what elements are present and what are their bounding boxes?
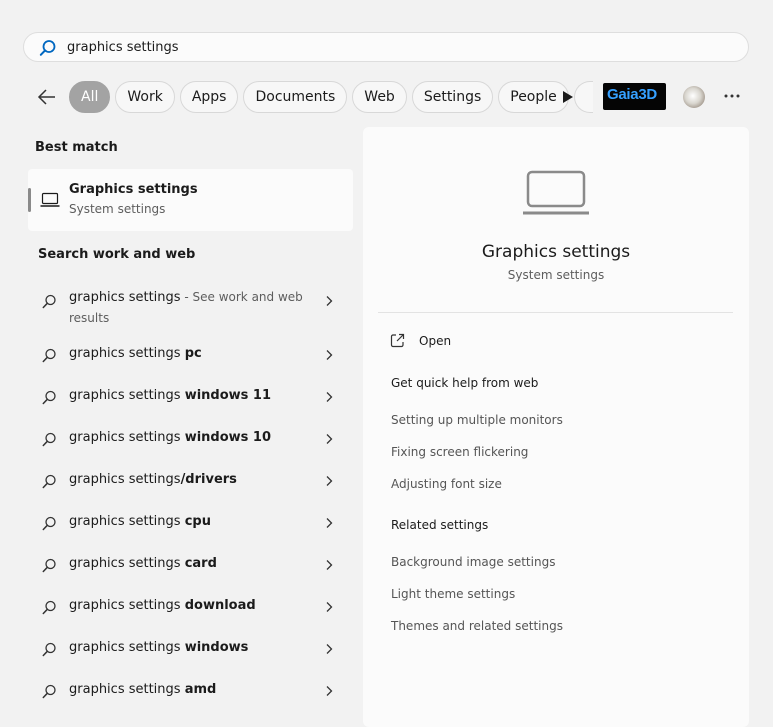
best-match-heading: Best match	[35, 140, 118, 155]
search-icon	[42, 558, 56, 573]
chevron-right-icon	[326, 476, 333, 486]
chevron-right-icon	[326, 602, 333, 612]
open-label: Open	[419, 334, 452, 348]
avatar[interactable]	[683, 86, 705, 108]
chevron-right-icon	[326, 392, 333, 402]
search-icon	[42, 294, 56, 309]
tab-all[interactable]: All	[69, 81, 111, 113]
logo-text: Gaia3D	[607, 86, 657, 103]
more-options-icon[interactable]	[722, 89, 742, 103]
search-web-heading: Search work and web	[38, 247, 196, 262]
suggestion-label: graphics settings download	[69, 598, 256, 613]
search-icon	[42, 348, 56, 363]
related-settings-heading: Related settings	[391, 518, 489, 532]
search-icon	[42, 474, 56, 489]
search-suggestion[interactable]: graphics settings/drivers	[28, 462, 353, 500]
search-box[interactable]	[23, 32, 749, 62]
chevron-right-icon	[326, 686, 333, 696]
best-match-result[interactable]: Graphics settings System settings	[28, 169, 353, 231]
suggestion-label: graphics settings windows	[69, 640, 249, 655]
search-suggestion[interactable]: graphics settings cpu	[28, 504, 353, 542]
chevron-right-icon	[326, 518, 333, 528]
related-setting-link[interactable]: Background image settings	[391, 555, 555, 569]
back-arrow-icon[interactable]	[36, 86, 58, 108]
quick-help-heading: Get quick help from web	[391, 376, 539, 390]
help-link[interactable]: Setting up multiple monitors	[391, 413, 563, 427]
search-icon	[39, 40, 56, 56]
search-suggestion[interactable]: graphics settings windows	[28, 630, 353, 668]
search-suggestion[interactable]: graphics settings windows 10	[28, 420, 353, 458]
search-suggestion[interactable]: graphics settings download	[28, 588, 353, 626]
search-icon	[42, 684, 56, 699]
tab-web[interactable]: Web	[352, 81, 407, 113]
search-icon	[42, 432, 56, 447]
search-icon	[42, 390, 56, 405]
search-suggestion[interactable]: graphics settings windows 11	[28, 378, 353, 416]
detail-subtitle: System settings	[507, 268, 605, 282]
filter-tabs: All Work Apps Documents Web Settings Peo…	[69, 81, 593, 113]
chevron-right-icon	[326, 434, 333, 444]
suggestion-label: graphics settings card	[69, 556, 217, 571]
suggestion-label: graphics settings/drivers	[69, 472, 237, 487]
play-icon[interactable]	[556, 86, 578, 108]
best-match-subtitle: System settings	[69, 202, 166, 216]
chevron-right-icon	[326, 296, 333, 306]
search-input[interactable]	[67, 33, 727, 61]
chevron-right-icon	[326, 560, 333, 570]
chevron-right-icon	[326, 350, 333, 360]
detail-title: Graphics settings	[481, 242, 631, 262]
detail-panel: Graphics settings System settings Open G…	[363, 127, 749, 727]
suggestion-label: graphics settings windows 10	[69, 430, 272, 445]
laptop-icon	[523, 170, 589, 215]
tab-apps[interactable]: Apps	[179, 81, 239, 113]
best-match-title: Graphics settings	[69, 182, 198, 197]
search-suggestion[interactable]: graphics settings amd	[28, 672, 353, 710]
tab-documents[interactable]: Documents	[243, 81, 348, 113]
related-setting-link[interactable]: Light theme settings	[391, 587, 515, 601]
laptop-icon	[40, 192, 60, 207]
search-icon	[42, 642, 56, 657]
organization-logo[interactable]: Gaia3D	[603, 83, 666, 110]
suggestion-label: graphics settings windows 11	[69, 388, 272, 403]
search-icon	[42, 516, 56, 531]
related-setting-link[interactable]: Themes and related settings	[391, 619, 563, 633]
search-icon	[42, 600, 56, 615]
suggestion-label: graphics settings cpu	[69, 514, 211, 529]
tab-work[interactable]: Work	[115, 81, 175, 113]
chevron-right-icon	[326, 644, 333, 654]
web-search-result[interactable]: graphics settings - See work and web res…	[28, 284, 353, 330]
divider	[378, 312, 733, 313]
help-link[interactable]: Adjusting font size	[391, 477, 502, 491]
selection-indicator	[28, 188, 31, 212]
help-link[interactable]: Fixing screen flickering	[391, 445, 528, 459]
search-suggestion[interactable]: graphics settings card	[28, 546, 353, 584]
open-external-icon	[390, 333, 405, 348]
search-suggestion[interactable]: graphics settings pc	[28, 336, 353, 374]
suggestion-label: graphics settings pc	[69, 346, 202, 361]
suggestion-label: graphics settings amd	[69, 682, 217, 697]
tab-settings[interactable]: Settings	[411, 81, 494, 113]
web-search-label: graphics settings - See work and web res…	[69, 290, 303, 325]
